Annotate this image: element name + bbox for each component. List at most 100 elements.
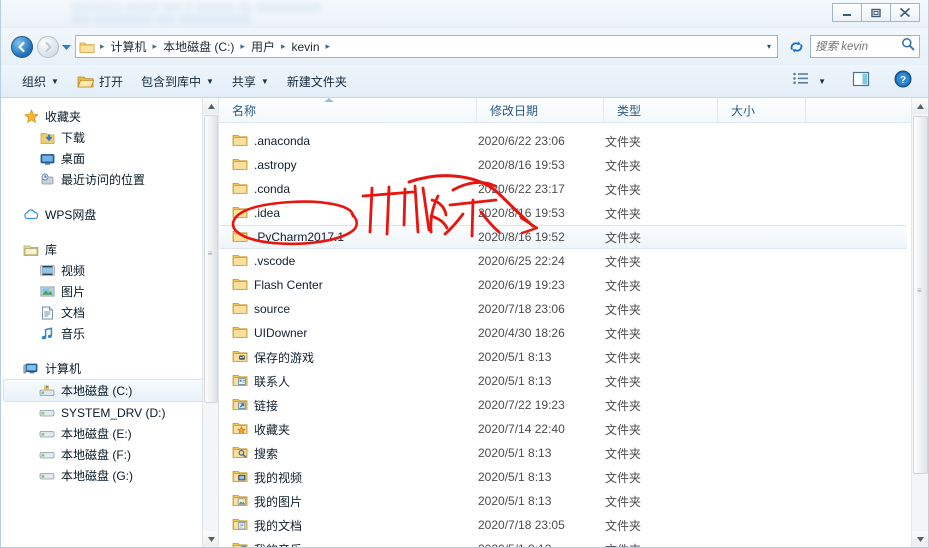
breadcrumb-item-3[interactable]: kevin: [288, 39, 322, 55]
breadcrumb-separator-3[interactable]: ▸: [278, 41, 289, 52]
column-header-type[interactable]: 类型: [604, 98, 718, 123]
toolbar-include-in-library-button[interactable]: 包含到库中 ▼: [134, 69, 221, 93]
sidebar-item-videos[interactable]: 视频: [1, 260, 218, 281]
file-list-pane[interactable]: 名称 修改日期 类型 大小 .anaconda 2020/6/22 23:06 文件…: [219, 98, 928, 547]
sidebar-item-local-disk-c[interactable]: 本地磁盘 (C:): [3, 379, 206, 402]
sidebar-item-local-disk-e[interactable]: 本地磁盘 (E:): [1, 423, 218, 444]
scroll-up-arrow-icon[interactable]: [912, 98, 928, 114]
table-row[interactable]: .PyCharm2017.1 2020/8/16 19:52 文件夹: [219, 225, 907, 249]
table-row[interactable]: 搜索 2020/5/1 8:13 文件夹: [219, 441, 911, 465]
navigation-pane-scrollbar[interactable]: ≡: [202, 98, 218, 547]
file-list[interactable]: .anaconda 2020/6/22 23:06 文件夹 .astropy 2020/…: [219, 123, 911, 547]
back-button[interactable]: [11, 36, 33, 58]
file-name-cell[interactable]: 联系人: [219, 373, 477, 390]
file-name-cell[interactable]: .anaconda: [219, 133, 477, 149]
file-name-cell[interactable]: Flash Center: [219, 277, 477, 293]
search-input[interactable]: [815, 40, 897, 53]
table-row[interactable]: 我的图片 2020/5/1 8:13 文件夹: [219, 489, 911, 513]
table-row[interactable]: 链接 2020/7/22 19:23 文件夹: [219, 393, 911, 417]
window-controls: [832, 3, 920, 22]
table-row[interactable]: 联系人 2020/5/1 8:13 文件夹: [219, 369, 911, 393]
chevron-down-icon[interactable]: ▾: [767, 42, 777, 51]
scroll-down-arrow-icon[interactable]: [912, 531, 928, 547]
file-name-cell[interactable]: source: [219, 301, 477, 317]
table-row[interactable]: UIDowner 2020/4/30 18:26 文件夹: [219, 321, 911, 345]
sidebar-item-wps-cloud[interactable]: WPS网盘: [1, 204, 218, 225]
file-name-label: 我的文档: [254, 518, 303, 533]
file-name-cell[interactable]: 搜索: [219, 445, 477, 462]
table-row[interactable]: 我的视频 2020/5/1 8:13 文件夹: [219, 465, 911, 489]
file-name-cell[interactable]: .vscode: [219, 253, 477, 269]
file-type-cell: 文件夹: [605, 326, 642, 341]
table-row[interactable]: Flash Center 2020/6/19 19:23 文件夹: [219, 273, 911, 297]
change-view-button[interactable]: ▼: [786, 69, 832, 93]
breadcrumb-separator-2[interactable]: ▸: [237, 41, 248, 52]
restore-button[interactable]: [861, 3, 891, 22]
scroll-down-arrow-icon[interactable]: [203, 531, 218, 547]
sidebar-item-recent-places[interactable]: 最近访问的位置: [1, 169, 218, 190]
file-name-cell[interactable]: 链接: [219, 397, 477, 414]
table-row[interactable]: 收藏夹 2020/7/14 22:40 文件夹: [219, 417, 911, 441]
file-list-scroll-thumb[interactable]: ≡: [913, 116, 928, 474]
preview-pane-button[interactable]: [846, 69, 876, 93]
table-row[interactable]: source 2020/7/18 23:06 文件夹: [219, 297, 911, 321]
sidebar-item-pictures[interactable]: 图片: [1, 281, 218, 302]
breadcrumb-separator-1[interactable]: ▸: [150, 41, 161, 52]
column-header-name[interactable]: 名称: [219, 98, 477, 123]
breadcrumb-separator-4[interactable]: ▸: [323, 41, 334, 52]
table-row[interactable]: .astropy 2020/8/16 19:53 文件夹: [219, 153, 911, 177]
file-name-cell[interactable]: 我的视频: [219, 469, 477, 486]
search-box[interactable]: [810, 35, 920, 58]
toolbar-share-button[interactable]: 共享 ▼: [225, 69, 276, 93]
breadcrumb-bar[interactable]: ▸ 计算机 ▸ 本地磁盘 (C:) ▸ 用户 ▸ kevin ▸ ▾: [75, 35, 778, 58]
documents-icon: [39, 305, 55, 321]
sidebar-item-computer[interactable]: 计算机: [1, 358, 218, 379]
file-name-cell[interactable]: .conda: [219, 181, 477, 197]
table-row[interactable]: .vscode 2020/6/25 22:24 文件夹: [219, 249, 911, 273]
file-name-cell[interactable]: .astropy: [219, 157, 477, 173]
scroll-up-arrow-icon[interactable]: [203, 98, 218, 114]
file-name-cell[interactable]: 我的音乐: [219, 541, 477, 547]
table-row[interactable]: 保存的游戏 2020/5/1 8:13 文件夹: [219, 345, 911, 369]
sidebar-item-local-disk-g[interactable]: 本地磁盘 (G:): [1, 465, 218, 486]
search-icon[interactable]: [901, 37, 915, 56]
sidebar-item-favorites[interactable]: 收藏夹: [1, 106, 218, 127]
sidebar-item-system-drv-d[interactable]: SYSTEM_DRV (D:): [1, 402, 218, 423]
file-name-cell[interactable]: 我的图片: [219, 493, 477, 510]
file-name-cell[interactable]: 我的文档: [219, 517, 477, 534]
column-header-size[interactable]: 大小: [718, 98, 806, 123]
file-type-cell: 文件夹: [605, 494, 642, 509]
column-header-date-modified[interactable]: 修改日期: [477, 98, 604, 123]
help-button[interactable]: ?: [888, 69, 918, 93]
sidebar-item-libraries[interactable]: 库: [1, 239, 218, 260]
sidebar-item-desktop[interactable]: 桌面: [1, 148, 218, 169]
toolbar-open-button[interactable]: 打开: [70, 69, 130, 93]
forward-button[interactable]: [37, 36, 59, 58]
close-button[interactable]: [890, 3, 920, 22]
table-row[interactable]: 我的文档 2020/7/18 23:05 文件夹: [219, 513, 911, 537]
file-name-cell[interactable]: 收藏夹: [219, 421, 477, 438]
breadcrumb-item-0[interactable]: 计算机: [108, 37, 150, 56]
sidebar-item-local-disk-f[interactable]: 本地磁盘 (F:): [1, 444, 218, 465]
sidebar-item-documents[interactable]: 文档: [1, 302, 218, 323]
table-row[interactable]: .anaconda 2020/6/22 23:06 文件夹: [219, 129, 911, 153]
file-name-cell[interactable]: .idea: [219, 205, 477, 221]
breadcrumb-item-1[interactable]: 本地磁盘 (C:): [160, 37, 237, 56]
file-name-cell[interactable]: .PyCharm2017.1: [219, 229, 477, 245]
file-list-scrollbar[interactable]: ≡: [911, 98, 928, 547]
navigation-pane[interactable]: 收藏夹 下载 桌面 最近访问的位置 WPS网盘 库 视频 图片 文档 音乐 计算…: [1, 98, 219, 547]
recent-locations-dropdown[interactable]: [61, 42, 72, 52]
table-row[interactable]: .idea 2020/8/16 19:53 文件夹: [219, 201, 911, 225]
refresh-button[interactable]: [786, 37, 806, 56]
table-row[interactable]: 我的音乐 2020/5/1 8:13文件夹: [219, 537, 911, 547]
sidebar-item-downloads[interactable]: 下载: [1, 127, 218, 148]
minimize-button[interactable]: [832, 3, 862, 22]
file-name-cell[interactable]: 保存的游戏: [219, 349, 477, 366]
breadcrumb-item-2[interactable]: 用户: [248, 37, 278, 56]
toolbar-organize-button[interactable]: 组织 ▼: [15, 69, 66, 93]
navigation-pane-scroll-thumb[interactable]: ≡: [204, 115, 218, 403]
toolbar-new-folder-button[interactable]: 新建文件夹: [280, 69, 354, 93]
table-row[interactable]: .conda 2020/6/22 23:17 文件夹: [219, 177, 911, 201]
file-name-cell[interactable]: UIDowner: [219, 325, 477, 341]
sidebar-item-music[interactable]: 音乐: [1, 323, 218, 344]
